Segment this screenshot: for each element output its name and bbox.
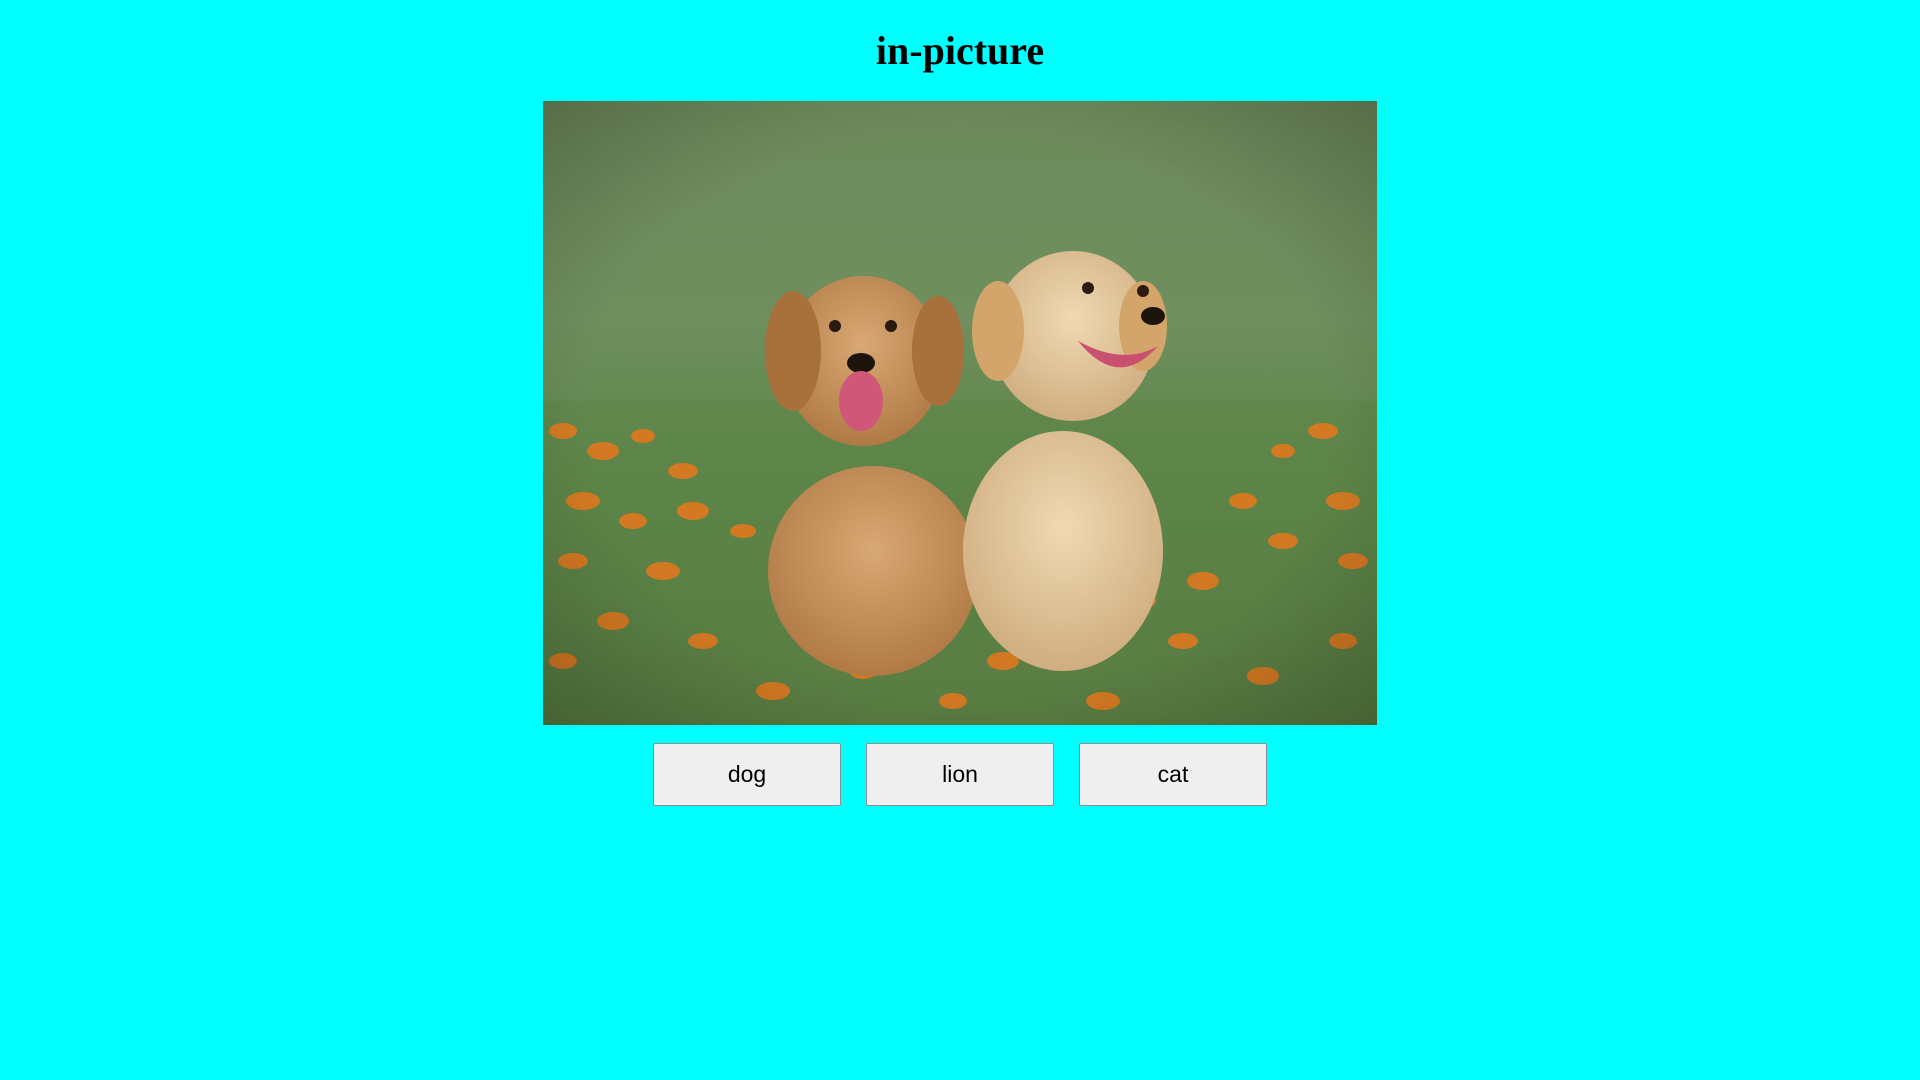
option-lion-button[interactable]: lion bbox=[866, 743, 1054, 806]
answer-options: dog lion cat bbox=[0, 743, 1920, 806]
option-dog-button[interactable]: dog bbox=[653, 743, 841, 806]
option-cat-button[interactable]: cat bbox=[1079, 743, 1267, 806]
quiz-image bbox=[543, 101, 1377, 725]
page-title: in-picture bbox=[875, 28, 1045, 73]
page: in-picture dog lion cat bbox=[0, 0, 1920, 1080]
puppies-photo bbox=[543, 101, 1377, 725]
